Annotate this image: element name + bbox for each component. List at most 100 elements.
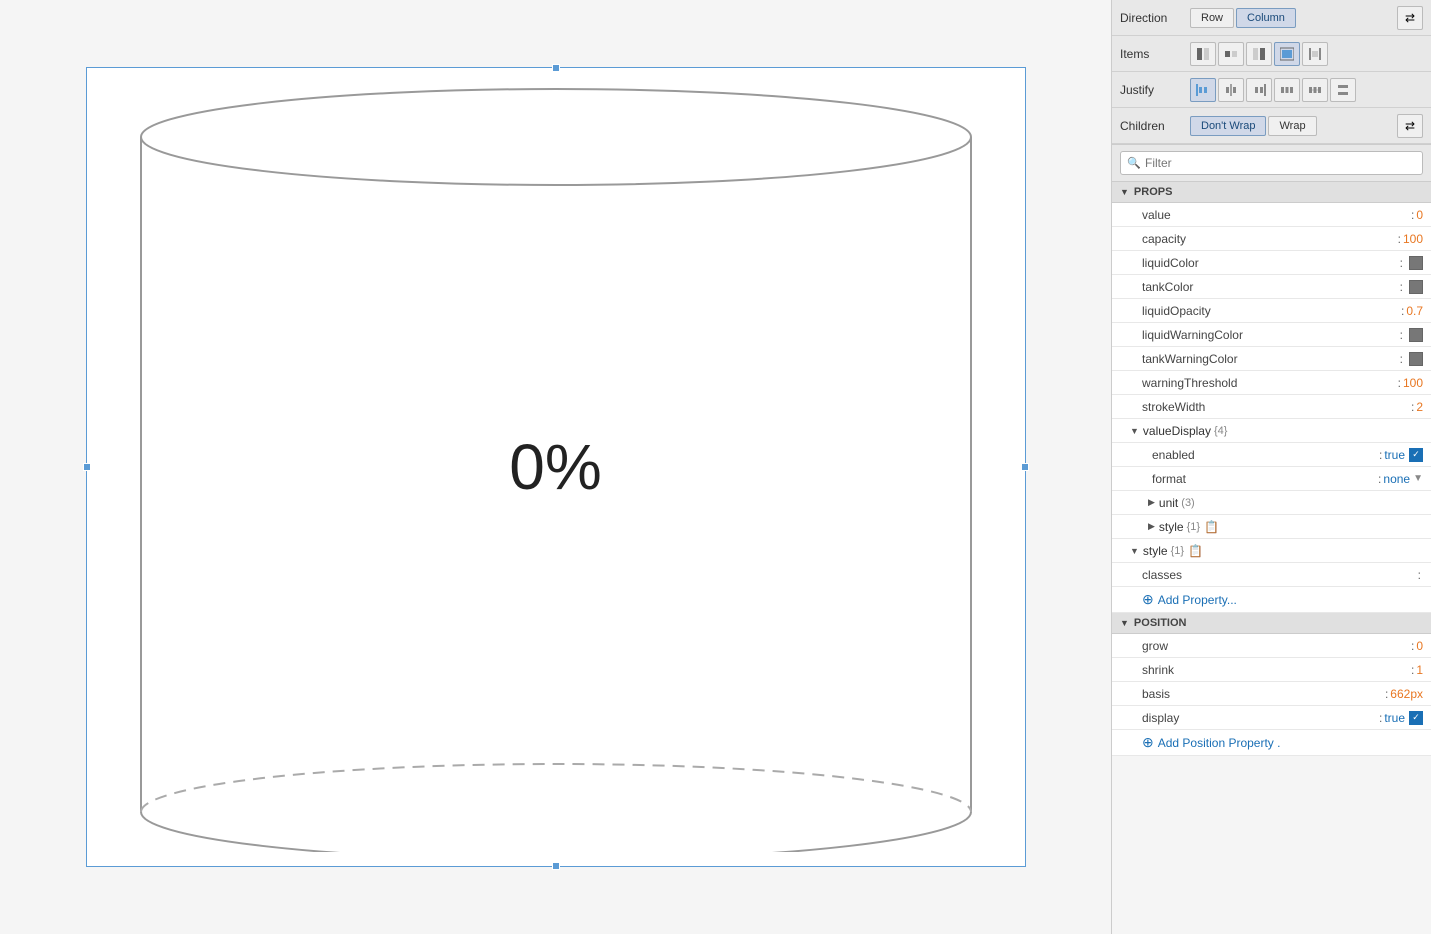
prop-value-liquid-opacity[interactable]: 0.7 <box>1406 304 1423 318</box>
prop-row-tank-color: tankColor : <box>1112 275 1431 299</box>
prop-value-display: true <box>1384 711 1405 725</box>
prop-row-classes: classes : <box>1112 563 1431 587</box>
justify-btn-1[interactable] <box>1190 78 1216 102</box>
justify-row: Justify <box>1112 72 1431 108</box>
direction-row: Direction Row Column ⇄ <box>1112 0 1431 36</box>
position-section-title: POSITION <box>1134 617 1187 629</box>
liquid-color-swatch[interactable] <box>1409 256 1423 270</box>
add-position-property-row[interactable]: ⊕ Add Position Property . <box>1112 730 1431 756</box>
prop-name-shrink: shrink <box>1142 663 1409 677</box>
children-label: Children <box>1120 119 1190 133</box>
prop-name-style: style <box>1143 544 1168 558</box>
right-panel: Direction Row Column ⇄ Items <box>1111 0 1431 934</box>
handle-bottom-center[interactable] <box>552 862 560 870</box>
prop-row-liquid-opacity: liquidOpacity : 0.7 <box>1112 299 1431 323</box>
expand-icon-style: ▼ <box>1130 546 1139 556</box>
prop-row-display: display : true ✓ <box>1112 706 1431 730</box>
format-dropdown-icon[interactable]: ▼ <box>1413 473 1423 484</box>
prop-value-grow[interactable]: 0 <box>1416 639 1423 653</box>
unit-row[interactable]: ▶ unit (3) <box>1112 491 1431 515</box>
prop-row-warning-threshold: warningThreshold : 100 <box>1112 371 1431 395</box>
prop-value-format: none <box>1383 472 1410 486</box>
style-icon[interactable]: 📋 <box>1188 544 1203 558</box>
items-btn-3[interactable] <box>1246 42 1272 66</box>
expand-icon-style-sub: ▶ <box>1148 521 1155 532</box>
justify-buttons <box>1190 78 1423 102</box>
prop-value-shrink[interactable]: 1 <box>1416 663 1423 677</box>
add-property-label[interactable]: Add Property... <box>1158 593 1237 607</box>
prop-row-liquid-color: liquidColor : <box>1112 251 1431 275</box>
add-position-property-label[interactable]: Add Position Property . <box>1158 736 1281 750</box>
items-btn-2[interactable] <box>1218 42 1244 66</box>
prop-name-display: display <box>1142 711 1377 725</box>
prop-value-warning-threshold[interactable]: 100 <box>1403 376 1423 390</box>
children-buttons: Don't Wrap Wrap <box>1190 116 1393 136</box>
liquid-warning-color-swatch[interactable] <box>1409 328 1423 342</box>
prop-name-classes: classes <box>1142 568 1416 582</box>
justify-btn-6[interactable] <box>1330 78 1356 102</box>
props-chevron-icon: ▼ <box>1120 187 1129 197</box>
direction-row-button[interactable]: Row <box>1190 8 1234 28</box>
value-display-row[interactable]: ▼ valueDisplay {4} <box>1112 419 1431 443</box>
children-reverse-button[interactable]: ⇄ <box>1397 114 1423 138</box>
prop-name-unit: unit <box>1159 496 1178 510</box>
prop-count-value-display: {4} <box>1214 425 1227 437</box>
expand-icon-unit: ▶ <box>1148 497 1155 508</box>
position-section-header[interactable]: ▼ POSITION <box>1112 613 1431 634</box>
prop-row-grow: grow : 0 <box>1112 634 1431 658</box>
items-btn-1[interactable] <box>1190 42 1216 66</box>
prop-name-liquid-opacity: liquidOpacity <box>1142 304 1399 318</box>
justify-btn-2[interactable] <box>1218 78 1244 102</box>
tank-warning-color-swatch[interactable] <box>1409 352 1423 366</box>
display-checkbox[interactable]: ✓ <box>1409 711 1423 725</box>
items-btn-4[interactable] <box>1274 42 1300 66</box>
props-panel[interactable]: ▼ PROPS value : 0 capacity : 100 liquidC… <box>1112 182 1431 934</box>
justify-btn-3[interactable] <box>1246 78 1272 102</box>
prop-row-basis: basis : 662px <box>1112 682 1431 706</box>
tank-color-swatch[interactable] <box>1409 280 1423 294</box>
position-chevron-icon: ▼ <box>1120 618 1129 628</box>
direction-reverse-button[interactable]: ⇄ <box>1397 6 1423 30</box>
prop-count-style: {1} <box>1171 545 1184 557</box>
style-sub-icon[interactable]: 📋 <box>1204 520 1219 534</box>
handle-top-center[interactable] <box>552 64 560 72</box>
tank-container: 0% <box>106 82 1006 852</box>
style-group-row[interactable]: ▼ style {1} 📋 <box>1112 539 1431 563</box>
add-property-row[interactable]: ⊕ Add Property... <box>1112 587 1431 613</box>
style-sub-row[interactable]: ▶ style {1} 📋 <box>1112 515 1431 539</box>
prop-name-liquid-warning-color: liquidWarningColor <box>1142 328 1398 342</box>
props-section-title: PROPS <box>1134 186 1173 198</box>
justify-btn-4[interactable] <box>1274 78 1300 102</box>
children-no-wrap-button[interactable]: Don't Wrap <box>1190 116 1266 136</box>
prop-name-tank-color: tankColor <box>1142 280 1398 294</box>
children-wrap-button[interactable]: Wrap <box>1268 116 1316 136</box>
enabled-checkbox[interactable]: ✓ <box>1409 448 1423 462</box>
handle-left-center[interactable] <box>83 463 91 471</box>
prop-value-stroke-width[interactable]: 2 <box>1416 400 1423 414</box>
prop-row-tank-warning-color: tankWarningColor : <box>1112 347 1431 371</box>
filter-input[interactable] <box>1120 151 1423 175</box>
props-section-header[interactable]: ▼ PROPS <box>1112 182 1431 203</box>
prop-value-capacity[interactable]: 100 <box>1403 232 1423 246</box>
direction-buttons: Row Column <box>1190 8 1393 28</box>
prop-value-basis[interactable]: 662px <box>1390 687 1423 701</box>
prop-value-value[interactable]: 0 <box>1416 208 1423 222</box>
items-btn-5[interactable] <box>1302 42 1328 66</box>
direction-column-button[interactable]: Column <box>1236 8 1296 28</box>
items-row: Items <box>1112 36 1431 72</box>
tank-value-label: 0% <box>509 430 602 504</box>
items-label: Items <box>1120 47 1190 61</box>
prop-row-capacity: capacity : 100 <box>1112 227 1431 251</box>
flex-controls: Direction Row Column ⇄ Items <box>1112 0 1431 145</box>
prop-count-style-sub: {1} <box>1187 521 1200 533</box>
search-icon: 🔍 <box>1127 157 1141 170</box>
component-wrapper[interactable]: 0% <box>86 67 1026 867</box>
handle-right-center[interactable] <box>1021 463 1029 471</box>
filter-row: 🔍 <box>1112 145 1431 182</box>
add-position-property-icon: ⊕ <box>1142 734 1154 751</box>
filter-wrapper: 🔍 <box>1120 151 1423 175</box>
justify-btn-5[interactable] <box>1302 78 1328 102</box>
prop-name-capacity: capacity <box>1142 232 1396 246</box>
prop-name-basis: basis <box>1142 687 1383 701</box>
prop-name-value: value <box>1142 208 1409 222</box>
